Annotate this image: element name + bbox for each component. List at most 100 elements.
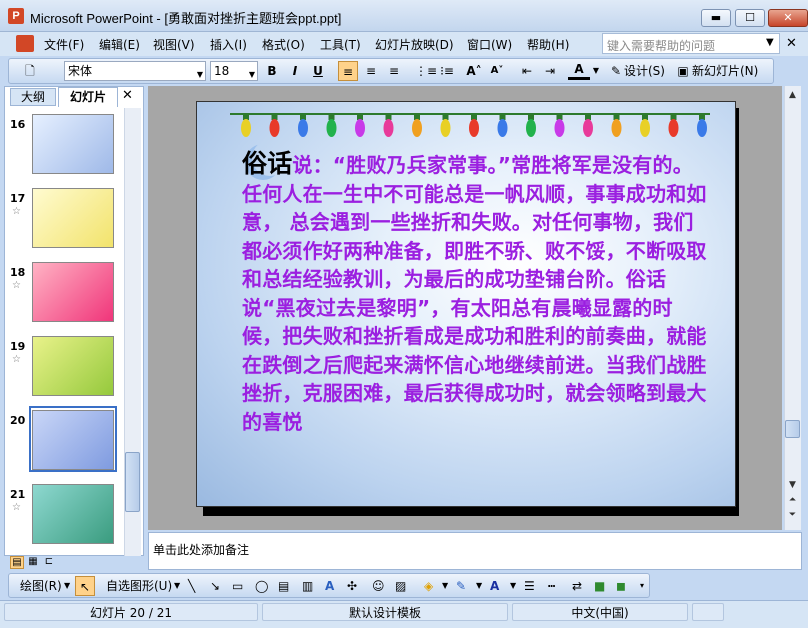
- powerpoint-icon[interactable]: P: [8, 8, 24, 24]
- shadow-style-icon[interactable]: ■: [594, 576, 605, 596]
- picture-icon[interactable]: ▨: [395, 576, 406, 596]
- chevron-down-icon[interactable]: ▼: [64, 576, 70, 596]
- tab-slides[interactable]: 幻灯片: [58, 87, 118, 107]
- oval-icon[interactable]: ◯: [255, 576, 268, 596]
- menu-edit[interactable]: 编辑(E): [99, 36, 140, 53]
- maximize-button[interactable]: ☐: [735, 9, 765, 27]
- light-bulb: [269, 119, 280, 137]
- draw-menu-button[interactable]: 绘图(R): [20, 576, 62, 596]
- menu-slideshow[interactable]: 幻灯片放映(D): [375, 36, 454, 53]
- menu-help[interactable]: 帮助(H): [527, 36, 569, 53]
- new-slide-icon: ▣: [677, 64, 689, 78]
- decrease-indent-icon[interactable]: ⇤: [518, 61, 536, 81]
- design-button[interactable]: 设计(S): [624, 61, 670, 81]
- normal-view-icon[interactable]: ▤: [10, 556, 24, 569]
- line-icon[interactable]: ╲: [188, 576, 195, 596]
- tab-outline[interactable]: 大纲: [10, 88, 56, 106]
- animation-star-icon: ☆: [12, 502, 21, 513]
- chevron-down-icon[interactable]: ▼: [510, 576, 516, 596]
- wordart-icon[interactable]: A: [325, 576, 334, 596]
- slide-thumbnail-16[interactable]: [32, 114, 114, 174]
- slide-number: 19: [10, 340, 26, 353]
- arrow-icon[interactable]: ↘: [210, 576, 220, 596]
- slide-text-box[interactable]: 俗话说：“胜败乃兵家常事。”常胜将军是没有的。任何人在一生中不可能总是一帆风顺，…: [242, 149, 708, 436]
- help-search-input[interactable]: 键入需要帮助的问题: [602, 33, 780, 54]
- new-slide-button[interactable]: 新幻灯片(N): [692, 61, 764, 81]
- status-language: 中文(中国): [512, 603, 688, 621]
- slide-sorter-icon[interactable]: ▦: [26, 556, 40, 569]
- line-color-icon[interactable]: ✎: [456, 576, 466, 596]
- bold-button[interactable]: B: [264, 61, 280, 81]
- align-center-icon[interactable]: ≡: [362, 61, 380, 81]
- scroll-up-icon[interactable]: ▲: [786, 90, 799, 100]
- font-size-select[interactable]: 18 ▼: [210, 61, 258, 81]
- slide-thumbnail-18[interactable]: [32, 262, 114, 322]
- font-color-icon[interactable]: A: [490, 576, 499, 596]
- menu-file[interactable]: 文件(F): [44, 36, 84, 53]
- slide-thumbnail-19[interactable]: [32, 336, 114, 396]
- underline-button[interactable]: U: [310, 61, 326, 81]
- pane-close-icon[interactable]: ✕: [122, 88, 133, 103]
- autoshapes-button[interactable]: 自选图形(U): [106, 576, 172, 596]
- chevron-down-icon[interactable]: ▼: [174, 576, 180, 596]
- font-color-icon[interactable]: A: [568, 61, 590, 80]
- previous-slide-icon[interactable]: ⏶: [786, 495, 799, 505]
- chevron-down-icon[interactable]: ▼: [592, 61, 600, 81]
- arrow-style-icon[interactable]: ⇄: [572, 576, 582, 596]
- fill-color-icon[interactable]: ◈: [424, 576, 433, 596]
- light-bulb: [554, 119, 565, 137]
- menu-insert[interactable]: 插入(I): [210, 36, 247, 53]
- slide-thumbnail-17[interactable]: [32, 188, 114, 248]
- toolbar-options-icon[interactable]: ▾: [640, 576, 644, 596]
- diagram-icon[interactable]: ✣: [347, 576, 357, 596]
- dash-style-icon[interactable]: ┅: [548, 576, 555, 596]
- status-slide-info: 幻灯片 20 / 21: [4, 603, 258, 621]
- slide-scroll-thumb[interactable]: [785, 420, 800, 438]
- next-slide-icon[interactable]: ⏷: [786, 510, 799, 520]
- slides-pane-scroll-thumb[interactable]: [125, 452, 140, 512]
- decrease-font-icon[interactable]: A˅: [488, 61, 506, 81]
- menu-view[interactable]: 视图(V): [153, 36, 195, 53]
- italic-button[interactable]: I: [287, 61, 303, 81]
- numbering-icon[interactable]: ⋮≡: [415, 61, 437, 81]
- slide-lead-text: 俗话: [242, 149, 293, 178]
- vertical-textbox-icon[interactable]: ▥: [302, 576, 313, 596]
- chevron-down-icon[interactable]: ▼: [476, 576, 482, 596]
- clipart-icon[interactable]: ☺: [372, 576, 385, 596]
- slide-scrollbar[interactable]: [784, 86, 801, 530]
- font-name-select[interactable]: 宋体 ▼: [64, 61, 206, 81]
- menu-window[interactable]: 窗口(W): [467, 36, 512, 53]
- increase-indent-icon[interactable]: ⇥: [541, 61, 559, 81]
- align-left-icon[interactable]: ≡: [338, 61, 358, 81]
- select-objects-icon[interactable]: ↖: [75, 576, 95, 596]
- line-style-icon[interactable]: ☰: [524, 576, 535, 596]
- document-icon[interactable]: [16, 35, 34, 52]
- slide-thumbnail-20[interactable]: [32, 410, 114, 470]
- slide-thumbnail-21[interactable]: [32, 484, 114, 544]
- chevron-down-icon[interactable]: ▼: [442, 576, 448, 596]
- align-right-icon[interactable]: ≡: [385, 61, 403, 81]
- increase-font-icon[interactable]: A˄: [465, 61, 483, 81]
- new-document-icon[interactable]: 🗋: [20, 61, 40, 81]
- notes-input[interactable]: 单击此处添加备注: [148, 532, 802, 570]
- document-close-icon[interactable]: ✕: [786, 36, 797, 51]
- 3d-style-icon[interactable]: ◼: [616, 576, 626, 596]
- bullets-icon[interactable]: ⁝≡: [438, 61, 456, 81]
- help-dropdown-icon[interactable]: ▼: [766, 37, 774, 48]
- light-bulb: [298, 119, 308, 137]
- slide-number: 17: [10, 192, 26, 205]
- close-button[interactable]: ✕: [768, 9, 808, 27]
- light-bulb: [469, 119, 479, 137]
- rectangle-icon[interactable]: ▭: [232, 576, 243, 596]
- slideshow-view-icon[interactable]: ⊏: [42, 556, 56, 569]
- menu-tools[interactable]: 工具(T): [320, 36, 361, 53]
- slide-number: 20: [10, 414, 26, 427]
- scroll-down-icon[interactable]: ▼: [786, 480, 799, 490]
- string-lights-decoration: [230, 113, 710, 137]
- menu-format[interactable]: 格式(O): [262, 36, 305, 53]
- minimize-button[interactable]: ▬: [701, 9, 731, 27]
- light-bulb: [497, 119, 508, 137]
- light-bulb: [668, 119, 679, 137]
- light-bulb: [583, 119, 593, 137]
- textbox-icon[interactable]: ▤: [278, 576, 289, 596]
